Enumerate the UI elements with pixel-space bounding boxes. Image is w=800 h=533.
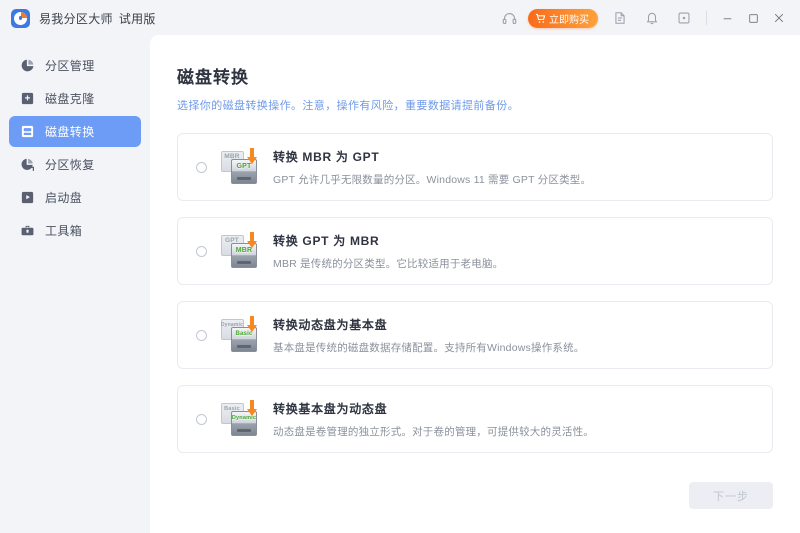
title-bar: 易我分区大师 试用版 立即购买 [0,0,800,36]
next-step-button[interactable]: 下一步 [689,482,773,509]
minimize-button[interactable] [714,5,740,31]
sidebar-item-disk-convert[interactable]: 磁盘转换 [9,116,141,147]
toolbox-icon [19,223,35,239]
notification-bell-icon[interactable] [639,5,665,31]
main-content: 磁盘转换 选择你的磁盘转换操作。注意，操作有风险，重要数据请提前备份。 MBR … [150,35,800,533]
sidebar: 分区管理 磁盘克隆 磁盘转换 分区恢复 启动盘 工具箱 [0,36,150,533]
option-gpt-to-mbr[interactable]: GPT MBR 转换 GPT 为 MBR MBR 是传统的分区类型。它比较适用于… [177,217,773,285]
option-text: 转换基本盘为动态盘 动态盘是卷管理的独立形式。对于卷的管理，可提供较大的灵活性。 [273,400,594,439]
app-edition-text: 试用版 [118,11,156,26]
sidebar-item-label: 分区管理 [45,58,95,73]
page-title: 磁盘转换 [177,68,249,87]
app-title: 易我分区大师 试用版 [39,10,156,27]
page-subtitle: 选择你的磁盘转换操作。注意，操作有风险，重要数据请提前备份。 [177,100,519,112]
option-description: GPT 允许几乎无限数量的分区。Windows 11 需要 GPT 分区类型。 [273,173,592,186]
disk-mbr-to-gpt-icon: MBR GPT [221,148,259,186]
disk-dynamic-to-basic-icon: Dynamic Basic [221,316,259,354]
option-basic-to-dynamic[interactable]: Basic Dynamic 转换基本盘为动态盘 动态盘是卷管理的独立形式。对于卷… [177,385,773,453]
maximize-button[interactable] [740,5,766,31]
conversion-options-list: MBR GPT 转换 MBR 为 GPT GPT 允许几乎无限数量的分区。Win… [177,133,773,453]
app-branding: 易我分区大师 试用版 [0,8,156,28]
app-logo-icon [11,8,30,28]
convert-arrow-icon [245,232,258,254]
option-dynamic-to-basic[interactable]: Dynamic Basic 转换动态盘为基本盘 基本盘是传统的磁盘数据存储配置。… [177,301,773,369]
disk-gpt-to-mbr-icon: GPT MBR [221,232,259,270]
shopping-cart-icon [535,13,546,24]
option-radio[interactable] [196,161,207,173]
disk-boot-icon [19,190,35,206]
close-button[interactable] [766,5,792,31]
option-title: 转换动态盘为基本盘 [273,317,388,332]
headset-icon[interactable] [496,5,522,31]
sidebar-item-boot-disk[interactable]: 启动盘 [9,182,141,213]
title-bar-actions: 立即购买 [493,5,800,31]
sidebar-item-label: 磁盘克隆 [45,91,95,106]
sidebar-item-toolbox[interactable]: 工具箱 [9,215,141,246]
sidebar-item-label: 启动盘 [45,190,83,205]
convert-arrow-icon [245,400,258,422]
option-radio[interactable] [196,413,207,425]
buy-now-button[interactable]: 立即购买 [528,8,598,28]
option-radio[interactable] [196,245,207,257]
option-text: 转换动态盘为基本盘 基本盘是传统的磁盘数据存储配置。支持所有Windows操作系… [273,316,585,355]
pie-recovery-icon [19,157,35,173]
option-description: 基本盘是传统的磁盘数据存储配置。支持所有Windows操作系统。 [273,341,585,354]
page-header: 磁盘转换 选择你的磁盘转换操作。注意，操作有风险，重要数据请提前备份。 [150,35,800,113]
feedback-icon[interactable] [607,5,633,31]
sidebar-item-partition-recovery[interactable]: 分区恢复 [9,149,141,180]
option-description: MBR 是传统的分区类型。它比较适用于老电脑。 [273,257,504,270]
app-name-text: 易我分区大师 [39,11,113,26]
option-title: 转换基本盘为动态盘 [273,401,388,416]
option-description: 动态盘是卷管理的独立形式。对于卷的管理，可提供较大的灵活性。 [273,425,594,438]
option-text: 转换 MBR 为 GPT GPT 允许几乎无限数量的分区。Windows 11 … [273,148,591,187]
disk-basic-to-dynamic-icon: Basic Dynamic [221,400,259,438]
disk-convert-icon [19,124,35,140]
option-radio[interactable] [196,329,207,341]
sidebar-item-disk-clone[interactable]: 磁盘克隆 [9,83,141,114]
buy-now-label: 立即购买 [549,14,589,26]
sidebar-item-partition-management[interactable]: 分区管理 [9,50,141,81]
sidebar-item-label: 分区恢复 [45,157,95,172]
option-title: 转换 MBR 为 GPT [273,149,380,164]
more-menu-icon[interactable] [671,5,697,31]
sidebar-item-label: 磁盘转换 [45,124,95,139]
option-text: 转换 GPT 为 MBR MBR 是传统的分区类型。它比较适用于老电脑。 [273,232,503,271]
option-title: 转换 GPT 为 MBR [273,233,380,248]
sidebar-item-label: 工具箱 [45,223,83,238]
pie-chart-icon [19,58,35,74]
disk-plus-icon [19,91,35,107]
option-mbr-to-gpt[interactable]: MBR GPT 转换 MBR 为 GPT GPT 允许几乎无限数量的分区。Win… [177,133,773,201]
application-window: 易我分区大师 试用版 立即购买 分区管理 磁盘克隆 磁盘转换 分区恢复 启动盘 … [0,0,800,533]
toolbar-divider [706,11,707,25]
convert-arrow-icon [245,148,258,170]
convert-arrow-icon [245,316,258,338]
